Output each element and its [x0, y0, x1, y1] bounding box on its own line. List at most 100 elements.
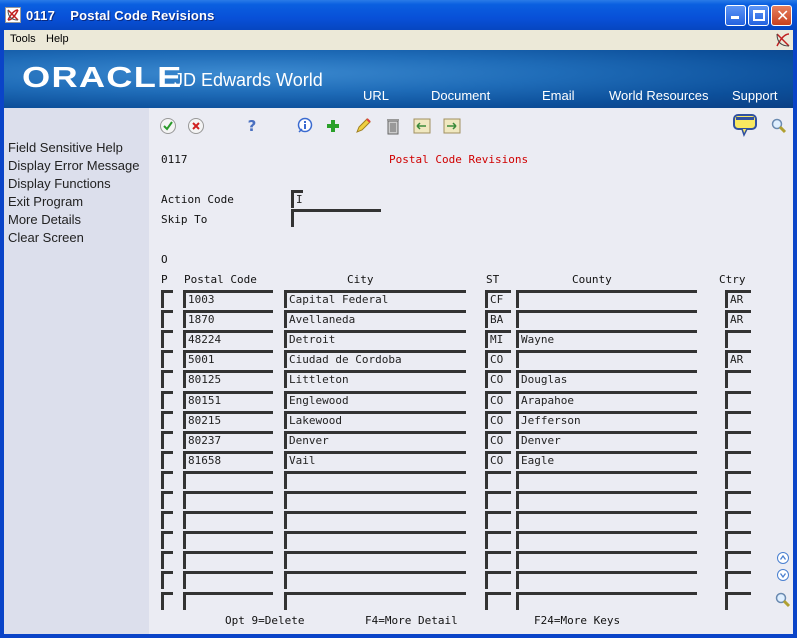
- city-cell[interactable]: Denver: [284, 430, 466, 449]
- state-cell[interactable]: [485, 470, 511, 489]
- postal-code-cell[interactable]: [183, 531, 273, 550]
- country-cell[interactable]: [725, 450, 751, 469]
- nav-url[interactable]: URL: [363, 88, 389, 103]
- sidebar-item-more-details[interactable]: More Details: [8, 212, 81, 227]
- country-cell[interactable]: AR: [725, 290, 751, 308]
- country-cell[interactable]: [725, 531, 751, 550]
- country-cell[interactable]: [725, 571, 751, 590]
- state-cell[interactable]: [485, 551, 511, 570]
- city-cell[interactable]: Littleton: [284, 370, 466, 389]
- city-cell[interactable]: [284, 470, 466, 489]
- postal-code-cell[interactable]: [183, 491, 273, 509]
- county-cell[interactable]: [516, 491, 697, 509]
- country-cell[interactable]: [725, 330, 751, 349]
- postal-code-cell[interactable]: 48224: [183, 330, 273, 349]
- search-icon[interactable]: [770, 117, 788, 135]
- next-record-icon[interactable]: [443, 117, 461, 135]
- option-cell[interactable]: [161, 531, 173, 550]
- help-icon[interactable]: ?: [243, 117, 261, 135]
- state-cell[interactable]: BA: [485, 310, 511, 329]
- city-cell[interactable]: [284, 531, 466, 550]
- city-cell[interactable]: Avellaneda: [284, 310, 466, 329]
- edit-icon[interactable]: [354, 117, 372, 135]
- county-cell[interactable]: Eagle: [516, 450, 697, 469]
- country-cell[interactable]: [725, 491, 751, 509]
- option-cell[interactable]: [161, 491, 173, 509]
- state-cell[interactable]: CO: [485, 370, 511, 389]
- city-cell[interactable]: Vail: [284, 450, 466, 469]
- message-icon[interactable]: [732, 114, 758, 137]
- postal-code-cell[interactable]: 81658: [183, 450, 273, 469]
- prev-record-icon[interactable]: [413, 117, 431, 135]
- postal-code-cell[interactable]: [183, 571, 273, 590]
- county-cell[interactable]: [516, 571, 697, 590]
- country-cell[interactable]: [725, 511, 751, 530]
- sidebar-item-display-functions[interactable]: Display Functions: [8, 176, 111, 191]
- option-cell[interactable]: [161, 591, 173, 610]
- postal-code-cell[interactable]: 5001: [183, 350, 273, 369]
- state-cell[interactable]: CO: [485, 430, 511, 449]
- state-cell[interactable]: CF: [485, 290, 511, 308]
- county-cell[interactable]: [516, 470, 697, 489]
- nav-support[interactable]: Support: [732, 88, 778, 103]
- info-icon[interactable]: [296, 117, 314, 135]
- state-cell[interactable]: [485, 571, 511, 590]
- nav-document[interactable]: Document: [431, 88, 490, 103]
- option-cell[interactable]: [161, 350, 173, 369]
- state-cell[interactable]: [485, 531, 511, 550]
- county-cell[interactable]: Wayne: [516, 330, 697, 349]
- state-cell[interactable]: CO: [485, 390, 511, 409]
- city-cell[interactable]: Englewood: [284, 390, 466, 409]
- menu-help[interactable]: Help: [46, 33, 69, 45]
- state-cell[interactable]: [485, 591, 511, 610]
- page-down-icon[interactable]: [776, 568, 790, 582]
- option-cell[interactable]: [161, 470, 173, 489]
- page-up-icon[interactable]: [776, 551, 790, 565]
- state-cell[interactable]: CO: [485, 410, 511, 429]
- city-cell[interactable]: [284, 491, 466, 509]
- state-cell[interactable]: [485, 511, 511, 530]
- delete-icon[interactable]: [384, 117, 402, 135]
- option-cell[interactable]: [161, 450, 173, 469]
- postal-code-cell[interactable]: [183, 511, 273, 530]
- country-cell[interactable]: [725, 551, 751, 570]
- skip-to-input[interactable]: [291, 209, 381, 227]
- sidebar-item-field-sensitive-help[interactable]: Field Sensitive Help: [8, 140, 123, 155]
- county-cell[interactable]: [516, 551, 697, 570]
- postal-code-cell[interactable]: 80237: [183, 430, 273, 449]
- city-cell[interactable]: [284, 571, 466, 590]
- state-cell[interactable]: [485, 491, 511, 509]
- minimize-button[interactable]: [725, 5, 746, 26]
- country-cell[interactable]: [725, 430, 751, 449]
- option-cell[interactable]: [161, 330, 173, 349]
- state-cell[interactable]: CO: [485, 450, 511, 469]
- county-cell[interactable]: [516, 591, 697, 610]
- maximize-button[interactable]: [748, 5, 769, 26]
- action-code-input[interactable]: I: [291, 190, 303, 208]
- country-cell[interactable]: [725, 591, 751, 610]
- country-cell[interactable]: [725, 470, 751, 489]
- state-cell[interactable]: MI: [485, 330, 511, 349]
- postal-code-cell[interactable]: 1870: [183, 310, 273, 329]
- option-cell[interactable]: [161, 390, 173, 409]
- county-cell[interactable]: [516, 290, 697, 308]
- postal-code-cell[interactable]: 80215: [183, 410, 273, 429]
- sidebar-item-exit-program[interactable]: Exit Program: [8, 194, 83, 209]
- county-cell[interactable]: Douglas: [516, 370, 697, 389]
- county-cell[interactable]: [516, 531, 697, 550]
- city-cell[interactable]: Ciudad de Cordoba: [284, 350, 466, 369]
- county-cell[interactable]: [516, 310, 697, 329]
- postal-code-cell[interactable]: 80151: [183, 390, 273, 409]
- county-cell[interactable]: Denver: [516, 430, 697, 449]
- nav-email[interactable]: Email: [542, 88, 575, 103]
- sidebar-item-display-error-message[interactable]: Display Error Message: [8, 158, 140, 173]
- cancel-icon[interactable]: [187, 117, 205, 135]
- postal-code-cell[interactable]: 80125: [183, 370, 273, 389]
- option-cell[interactable]: [161, 310, 173, 329]
- menu-tools[interactable]: Tools: [10, 33, 36, 45]
- sidebar-item-clear-screen[interactable]: Clear Screen: [8, 230, 84, 245]
- county-cell[interactable]: Arapahoe: [516, 390, 697, 409]
- postal-code-cell[interactable]: 1003: [183, 290, 273, 308]
- option-cell[interactable]: [161, 370, 173, 389]
- county-cell[interactable]: [516, 511, 697, 530]
